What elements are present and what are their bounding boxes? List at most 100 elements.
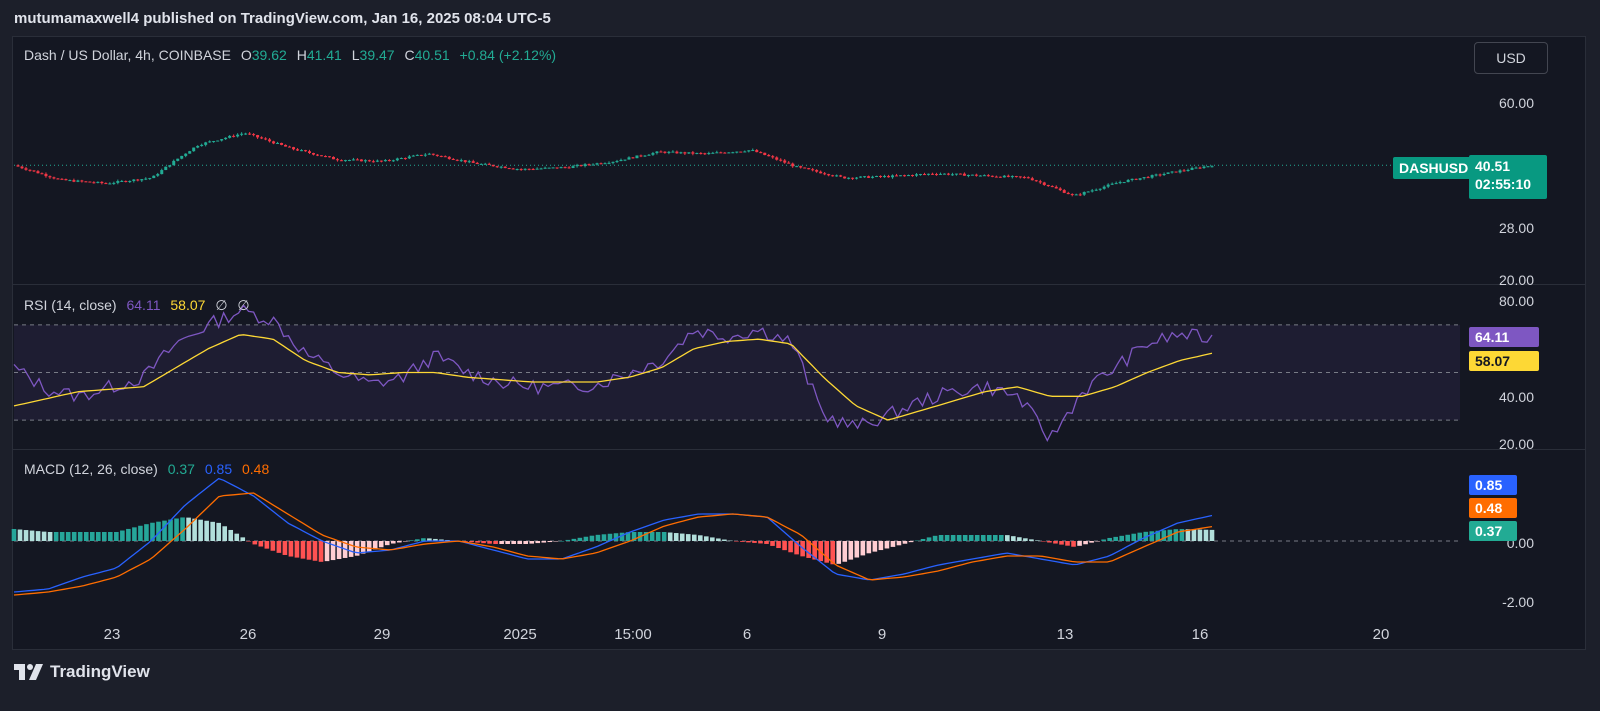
candle bbox=[64, 179, 68, 181]
candle bbox=[1162, 173, 1166, 176]
macd-hist-bar bbox=[1059, 541, 1064, 545]
candle bbox=[1118, 182, 1122, 184]
macd-hist-bar bbox=[740, 541, 745, 542]
candle bbox=[351, 159, 355, 161]
candle bbox=[467, 161, 471, 163]
candle bbox=[579, 165, 583, 167]
chart-canvas[interactable] bbox=[0, 0, 1600, 711]
macd-hist-bar bbox=[770, 541, 775, 546]
macd-hist-bar bbox=[144, 524, 149, 541]
macd-hist-bar bbox=[788, 541, 793, 553]
macd-hist-bar bbox=[29, 530, 35, 541]
macd-hist-bar bbox=[288, 541, 294, 557]
candle bbox=[683, 152, 687, 154]
candle bbox=[355, 159, 359, 161]
macd-hist-bar bbox=[722, 539, 727, 541]
macd-hist-bar bbox=[312, 541, 318, 561]
macd-hist-bar bbox=[878, 541, 884, 551]
macd-hist-bar bbox=[1101, 539, 1106, 541]
candle bbox=[76, 180, 80, 182]
candle bbox=[172, 160, 176, 166]
candle bbox=[308, 151, 312, 154]
candle bbox=[335, 159, 339, 161]
candle bbox=[1174, 171, 1178, 173]
candle bbox=[619, 159, 623, 162]
macd-hist-bar bbox=[595, 534, 601, 541]
macd-name[interactable]: MACD (12, 26, close) bbox=[24, 461, 158, 477]
macd-hist-bar bbox=[409, 540, 414, 541]
macd-hist-bar bbox=[577, 537, 583, 541]
macd-hist-bar bbox=[938, 535, 944, 541]
candle bbox=[80, 180, 84, 182]
candle bbox=[475, 162, 479, 165]
candle bbox=[587, 164, 591, 166]
candle bbox=[930, 173, 934, 175]
tradingview-logo[interactable]: TradingView bbox=[14, 662, 150, 682]
macd-hist-bar bbox=[679, 533, 685, 541]
macd-hist-bar bbox=[475, 541, 480, 543]
macd-hist-bar bbox=[23, 530, 29, 541]
macd-hist-bar bbox=[890, 541, 896, 547]
candle bbox=[911, 175, 914, 177]
macd-hist-bar bbox=[1017, 537, 1022, 541]
candle bbox=[603, 163, 607, 165]
macd-hist-value: 0.37 bbox=[167, 461, 195, 477]
candle bbox=[926, 173, 930, 175]
macd-hist-bar bbox=[716, 538, 721, 541]
candle bbox=[483, 163, 487, 165]
rsi-name[interactable]: RSI (14, close) bbox=[24, 297, 117, 313]
macd-hist-bar bbox=[378, 541, 384, 548]
macd-hist-bar bbox=[842, 541, 848, 562]
candle bbox=[779, 159, 783, 161]
candle bbox=[843, 176, 847, 179]
candle bbox=[1114, 183, 1118, 185]
candle bbox=[1130, 178, 1134, 180]
candle bbox=[319, 155, 323, 157]
rsi-ma-value: 58.07 bbox=[170, 297, 206, 313]
candle bbox=[411, 155, 415, 157]
macd-hist-bar bbox=[583, 536, 589, 541]
symbol-label[interactable]: Dash / US Dollar, 4h, COINBASE bbox=[24, 47, 231, 63]
candle bbox=[643, 155, 647, 157]
candle bbox=[312, 153, 315, 155]
candle bbox=[1074, 194, 1078, 196]
macd-hist-bar bbox=[1047, 541, 1052, 543]
candle bbox=[795, 166, 799, 168]
macd-hist-bar bbox=[83, 532, 89, 541]
candle bbox=[711, 152, 715, 154]
candle bbox=[895, 175, 899, 177]
candle bbox=[391, 160, 395, 162]
candle bbox=[160, 170, 164, 175]
candle bbox=[739, 151, 743, 153]
candle bbox=[284, 144, 288, 147]
macd-hist-bar bbox=[258, 541, 264, 547]
macd-hist-bar bbox=[728, 540, 733, 542]
macd-hist-bar bbox=[1053, 541, 1058, 544]
candle bbox=[1106, 184, 1110, 187]
macd-hist-bar bbox=[366, 541, 372, 552]
candle bbox=[451, 158, 455, 160]
candle bbox=[687, 152, 691, 154]
candle bbox=[395, 158, 399, 161]
macd-hist-bar bbox=[1095, 541, 1100, 542]
x-tick: 20 bbox=[1372, 626, 1390, 643]
candle bbox=[487, 163, 491, 165]
candle bbox=[970, 174, 974, 176]
candle bbox=[918, 174, 922, 176]
candle bbox=[100, 181, 104, 184]
candle bbox=[799, 166, 803, 168]
candle bbox=[966, 175, 970, 177]
candle bbox=[204, 142, 208, 145]
candle bbox=[962, 173, 966, 176]
candle bbox=[180, 155, 184, 159]
macd-hist-bar bbox=[541, 541, 547, 543]
currency-button[interactable]: USD bbox=[1474, 42, 1548, 74]
macd-hist-bar bbox=[77, 532, 83, 541]
macd-hist-bar bbox=[469, 541, 474, 543]
candle bbox=[787, 162, 791, 164]
macd-hist-bar bbox=[764, 541, 769, 544]
macd-hist-bar bbox=[1071, 541, 1076, 547]
candle bbox=[671, 151, 675, 153]
candle bbox=[994, 176, 998, 178]
candle bbox=[719, 152, 723, 154]
